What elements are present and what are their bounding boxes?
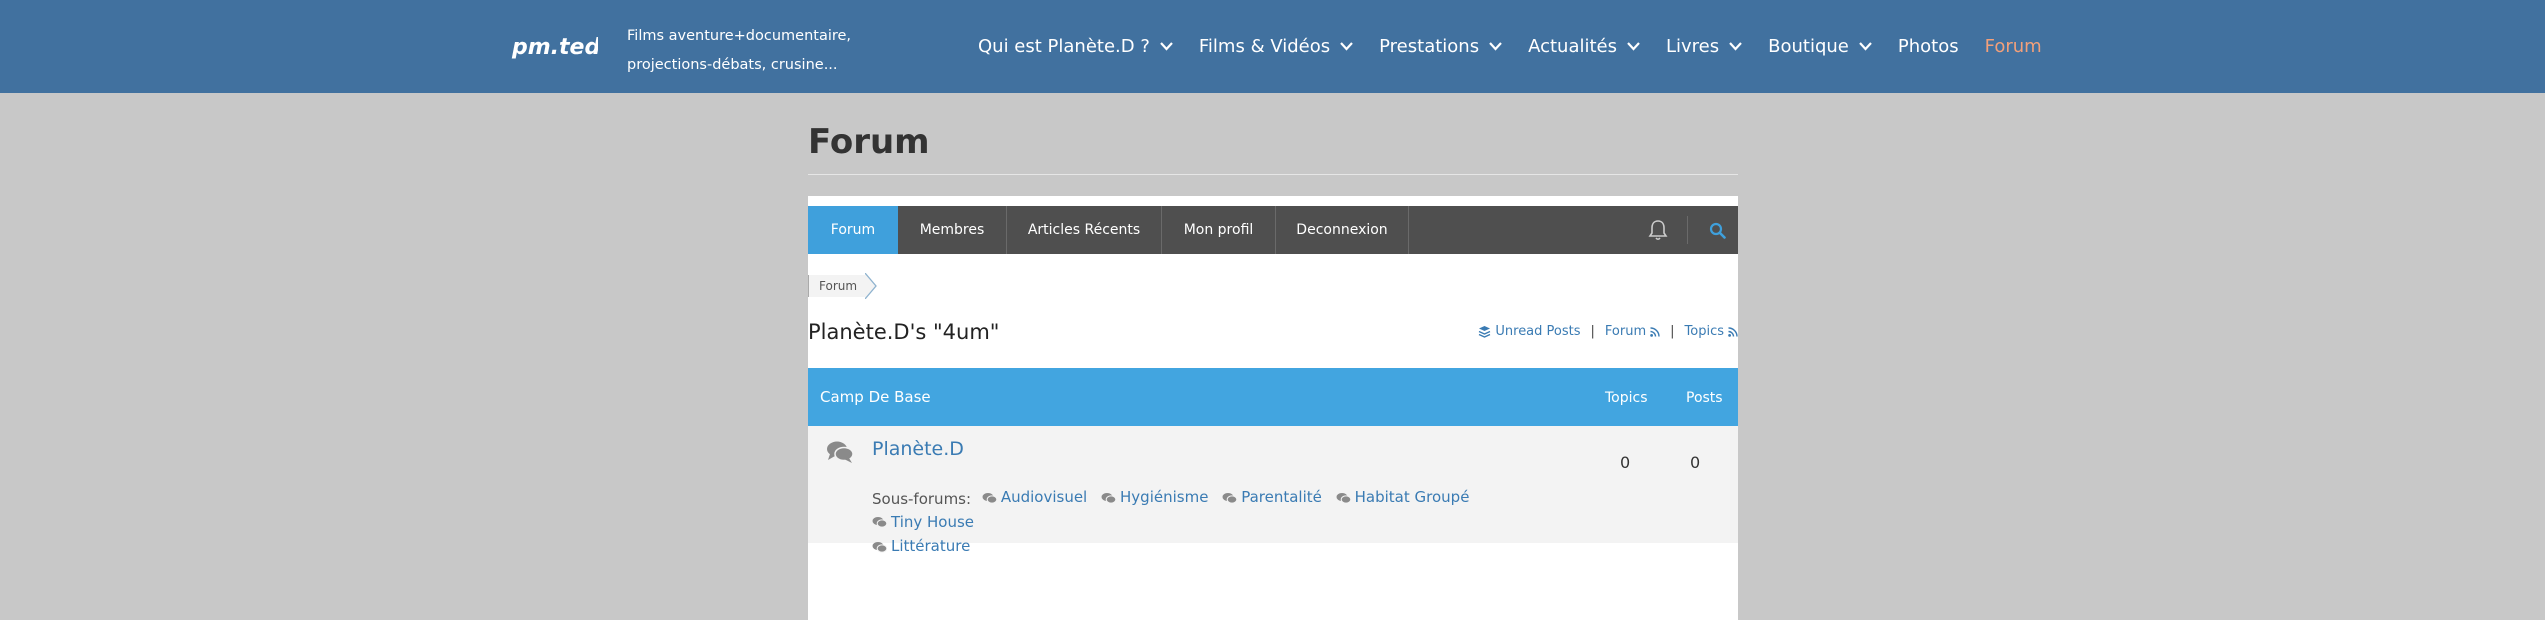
search-button[interactable] (1709, 206, 1726, 254)
subforum-label: Tiny House (891, 512, 975, 531)
nav-item-label: Photos (1897, 36, 1959, 57)
forum-name-link[interactable]: Planète.D (872, 438, 964, 460)
category-header: Camp De Base Topics Posts (808, 368, 1738, 426)
forum-nav-bar: Forum Membres Articles Récents Mon profi… (808, 206, 1738, 254)
nav-item-label: Films & Vidéos (1198, 36, 1331, 57)
subforum-link-tiny-house[interactable]: Tiny House (872, 511, 974, 534)
subforum-label: Audiovisuel (1000, 488, 1088, 506)
subforums-label: Sous-forums: (872, 489, 972, 508)
forum-title: Planète.D's "4um" (808, 320, 1000, 344)
subforum-link-parentalite[interactable]: Parentalité (1222, 486, 1322, 509)
stack-icon (1479, 326, 1491, 338)
chevron-down-icon (1160, 42, 1173, 51)
chevron-right-icon (865, 273, 877, 299)
link-separator: | (1670, 324, 1675, 339)
subforum-link-hygienisme[interactable]: Hygiénisme (1101, 486, 1208, 509)
bell-icon (1648, 220, 1668, 241)
forum-feed-links: Unread Posts | Forum | Topics (1478, 324, 1738, 339)
comments-icon (1336, 492, 1351, 504)
site-header: pm.ted Films aventure+documentaire, proj… (0, 0, 2545, 93)
nav-item-label: Boutique (1768, 36, 1849, 57)
notifications-button[interactable] (1648, 206, 1668, 254)
comments-icon (872, 541, 887, 553)
nav-item-actualites[interactable]: Actualités (1528, 36, 1640, 57)
column-header-posts: Posts (1686, 390, 1723, 406)
topics-rss-link[interactable]: Topics (1685, 324, 1738, 339)
comments-icon (872, 517, 887, 528)
subforum-link-habitat-groupe[interactable]: Habitat Groupé (1336, 486, 1470, 509)
title-divider (808, 174, 1738, 175)
chevron-down-icon (1340, 42, 1353, 51)
nav-item-forum[interactable]: Forum (1985, 36, 2042, 57)
category-name[interactable]: Camp De Base (820, 388, 931, 406)
posts-count: 0 (1690, 453, 1701, 472)
page-title: Forum (808, 122, 930, 162)
subforum-label: Hygiénisme (1120, 488, 1209, 506)
chevron-down-icon (1627, 42, 1640, 51)
tab-deconnexion[interactable]: Deconnexion (1276, 206, 1409, 254)
comments-icon (1101, 492, 1117, 504)
subforums-list: Sous-forums: Audiovisuel Hygiénisme Pare… (872, 486, 1572, 560)
nav-item-boutique[interactable]: Boutique (1768, 36, 1872, 57)
tagline-line-1: Films aventure+documentaire, (627, 28, 852, 44)
link-separator: | (1590, 324, 1595, 339)
subforum-link-audiovisuel[interactable]: Audiovisuel (982, 486, 1087, 509)
svg-text:pm.ted: pm.ted (511, 35, 598, 60)
nav-item-label: Prestations (1379, 36, 1480, 57)
topics-count: 0 (1620, 453, 1631, 472)
forum-rss-label: Forum (1604, 324, 1647, 339)
tab-articles-recents[interactable]: Articles Récents (1007, 206, 1162, 254)
nav-item-label: Forum (1984, 36, 2042, 57)
chevron-down-icon (1859, 42, 1872, 51)
nav-item-label: Qui est Planète.D ? (978, 36, 1150, 57)
nav-item-livres[interactable]: Livres (1666, 36, 1742, 57)
chevron-down-icon (1489, 42, 1502, 51)
rss-icon (1728, 326, 1738, 337)
nav-item-prestations[interactable]: Prestations (1379, 36, 1502, 57)
unread-posts-label: Unread Posts (1495, 324, 1581, 339)
subforum-label: Parentalité (1241, 488, 1322, 506)
column-header-topics: Topics (1605, 390, 1648, 406)
forum-rss-link[interactable]: Forum (1605, 324, 1660, 339)
subforum-label: Habitat Groupé (1354, 488, 1470, 506)
tab-forum[interactable]: Forum (808, 206, 898, 254)
search-icon (1709, 222, 1726, 239)
subforum-link-litterature[interactable]: Littérature (872, 535, 970, 558)
breadcrumb: Forum (808, 273, 877, 299)
tab-mon-profil[interactable]: Mon profil (1162, 206, 1276, 254)
forum-panel: Forum Membres Articles Récents Mon profi… (808, 196, 1738, 620)
tagline-line-2: projections-débats, crusine... (627, 57, 838, 73)
main-nav: Qui est Planète.D ? Films & Vidéos Prest… (978, 0, 2068, 93)
nav-separator (1687, 216, 1688, 244)
chevron-down-icon (1729, 42, 1742, 51)
breadcrumb-item-forum[interactable]: Forum (808, 275, 866, 297)
site-logo[interactable]: pm.ted (510, 30, 598, 62)
nav-item-label: Livres (1666, 36, 1720, 57)
comments-icon (982, 492, 997, 504)
nav-item-films-videos[interactable]: Films & Vidéos (1199, 36, 1353, 57)
site-tagline: Films aventure+documentaire, projections… (627, 22, 867, 80)
forum-row: Planète.D 0 0 Sous-forums: Audiovisuel H… (808, 426, 1738, 555)
nav-item-photos[interactable]: Photos (1898, 36, 1959, 57)
nav-item-label: Actualités (1528, 36, 1617, 57)
comments-icon (1222, 492, 1238, 504)
tab-membres[interactable]: Membres (898, 206, 1007, 254)
rss-icon (1650, 326, 1660, 337)
unread-posts-link[interactable]: Unread Posts (1478, 324, 1581, 339)
nav-item-qui-est[interactable]: Qui est Planète.D ? (978, 36, 1173, 57)
comments-icon (827, 441, 854, 463)
subforum-label: Littérature (891, 537, 971, 555)
topics-rss-label: Topics (1684, 324, 1724, 339)
